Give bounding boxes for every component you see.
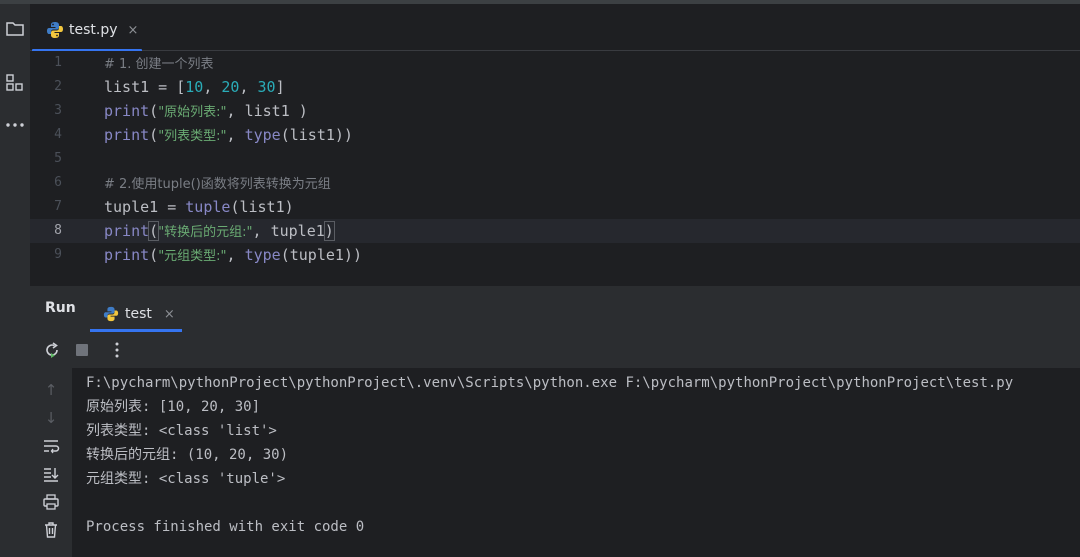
folder-icon[interactable]	[0, 16, 30, 42]
code-token: # 2.使用tuple()函数将列表转换为元组	[104, 177, 331, 192]
code-token: 20	[221, 78, 240, 96]
code-token: print	[104, 126, 150, 144]
code-token: 10	[185, 78, 204, 96]
scroll-to-end-icon[interactable]	[39, 462, 63, 486]
code-text: print("原始列表:", list1 )	[104, 99, 308, 125]
code-text: print("转换后的元组:", tuple1)	[104, 219, 335, 245]
code-token: "转换后的元组:"	[158, 225, 253, 240]
code-token: type	[244, 246, 281, 264]
code-token: )	[323, 221, 335, 241]
code-text: # 2.使用tuple()函数将列表转换为元组	[104, 171, 331, 197]
code-token: tuple1 =	[104, 198, 186, 216]
code-text: list1 = [10, 20, 30]	[104, 75, 285, 99]
code-line[interactable]: 1 # 1. 创建一个列表	[30, 51, 1080, 75]
code-line[interactable]: 7 tuple1 = tuple(list1)	[30, 195, 1080, 219]
line-number: 3	[54, 103, 62, 118]
code-token: (tuple1))	[280, 246, 362, 264]
line-number: 5	[54, 151, 62, 166]
code-line[interactable]: 6 # 2.使用tuple()函数将列表转换为元组	[30, 171, 1080, 195]
structure-icon[interactable]	[0, 70, 30, 96]
code-line[interactable]: 9 print("元组类型:", type(tuple1))	[30, 243, 1080, 267]
trash-icon[interactable]	[39, 518, 63, 542]
line-number: 6	[54, 175, 62, 190]
scroll-up-icon[interactable]: ↑	[39, 378, 63, 402]
console-line: F:\pycharm\pythonProject\pythonProject\.…	[86, 375, 1014, 391]
close-icon[interactable]: ×	[164, 307, 175, 322]
code-token: 30	[257, 78, 276, 96]
code-text: print("列表类型:", type(list1))	[104, 123, 353, 149]
run-tab-test[interactable]: test ×	[90, 296, 182, 332]
code-line[interactable]: 4 print("列表类型:", type(list1))	[30, 123, 1080, 147]
code-token: , list1 )	[226, 102, 308, 120]
more-icon[interactable]	[0, 112, 30, 138]
code-token: print	[104, 102, 150, 120]
stop-icon[interactable]	[70, 338, 94, 362]
code-line[interactable]: 3 print("原始列表:", list1 )	[30, 99, 1080, 123]
console-side-toolbar: ↑ ↓	[30, 368, 72, 557]
code-text: print("元组类型:", type(tuple1))	[104, 243, 362, 269]
code-token: (	[149, 246, 159, 264]
code-token: # 1. 创建一个列表	[104, 57, 214, 72]
console-line: Process finished with exit code 0	[86, 519, 365, 535]
run-tool-window: Run test × ↑ ↓ F:\pycharm\pythonProject\…	[30, 286, 1080, 557]
code-line[interactable]: 8 print("转换后的元组:", tuple1)	[30, 219, 1080, 243]
code-token: ,	[203, 78, 222, 96]
editor-tab-bar: test.py ×	[30, 4, 1080, 52]
code-token: ,	[226, 246, 245, 264]
code-token: print	[104, 246, 150, 264]
code-token: "列表类型:"	[158, 129, 227, 144]
console-line: 列表类型: <class 'list'>	[86, 423, 277, 439]
run-header: Run test ×	[30, 286, 1080, 332]
rerun-icon[interactable]	[40, 338, 64, 362]
code-text: tuple1 = tuple(list1)	[104, 195, 294, 219]
code-token: , tuple1	[252, 222, 325, 240]
code-token: tuple	[185, 198, 231, 216]
code-token: (	[149, 126, 159, 144]
run-toolbar	[30, 332, 1080, 368]
editor-tab-test-py[interactable]: test.py ×	[30, 10, 144, 52]
print-icon[interactable]	[39, 490, 63, 514]
code-line[interactable]: 2 list1 = [10, 20, 30]	[30, 75, 1080, 99]
code-token: type	[244, 126, 281, 144]
line-number: 1	[54, 55, 62, 70]
code-editor[interactable]: 1 # 1. 创建一个列表 2 list1 = [10, 20, 30] 3 print(…	[30, 51, 1080, 286]
scroll-down-icon[interactable]: ↓	[39, 406, 63, 430]
run-tab-label: test	[125, 306, 152, 322]
code-token: (	[149, 102, 159, 120]
console-line: 元组类型: <class 'tuple'>	[86, 471, 286, 487]
code-token: "元组类型:"	[158, 249, 227, 264]
line-number: 7	[54, 199, 62, 214]
code-token: (list1))	[280, 126, 353, 144]
code-token: print	[104, 222, 150, 240]
code-token: ,	[226, 126, 245, 144]
tool-window-stripe	[0, 4, 30, 557]
code-text: # 1. 创建一个列表	[104, 51, 214, 77]
editor-tab-label: test.py	[69, 22, 118, 38]
more-vertical-icon[interactable]	[105, 338, 129, 362]
line-number: 9	[54, 247, 62, 262]
python-file-icon	[47, 22, 63, 38]
line-number: 8	[54, 223, 62, 238]
line-number: 2	[54, 79, 62, 94]
code-token: ]	[275, 78, 285, 96]
console-line: 转换后的元组: (10, 20, 30)	[86, 447, 289, 463]
soft-wrap-icon[interactable]	[39, 434, 63, 458]
code-token: list1 = [	[104, 78, 186, 96]
code-token: (	[148, 221, 160, 241]
close-icon[interactable]: ×	[128, 23, 139, 38]
code-token: "原始列表:"	[158, 105, 227, 120]
line-number: 4	[54, 127, 62, 142]
code-line[interactable]: 5	[30, 147, 1080, 171]
run-title: Run	[45, 300, 76, 316]
console-output[interactable]: F:\pycharm\pythonProject\pythonProject\.…	[72, 368, 1080, 557]
code-token: ,	[239, 78, 258, 96]
code-token: (list1)	[230, 198, 294, 216]
python-run-icon	[103, 306, 119, 322]
console-line: 原始列表: [10, 20, 30]	[86, 399, 261, 415]
